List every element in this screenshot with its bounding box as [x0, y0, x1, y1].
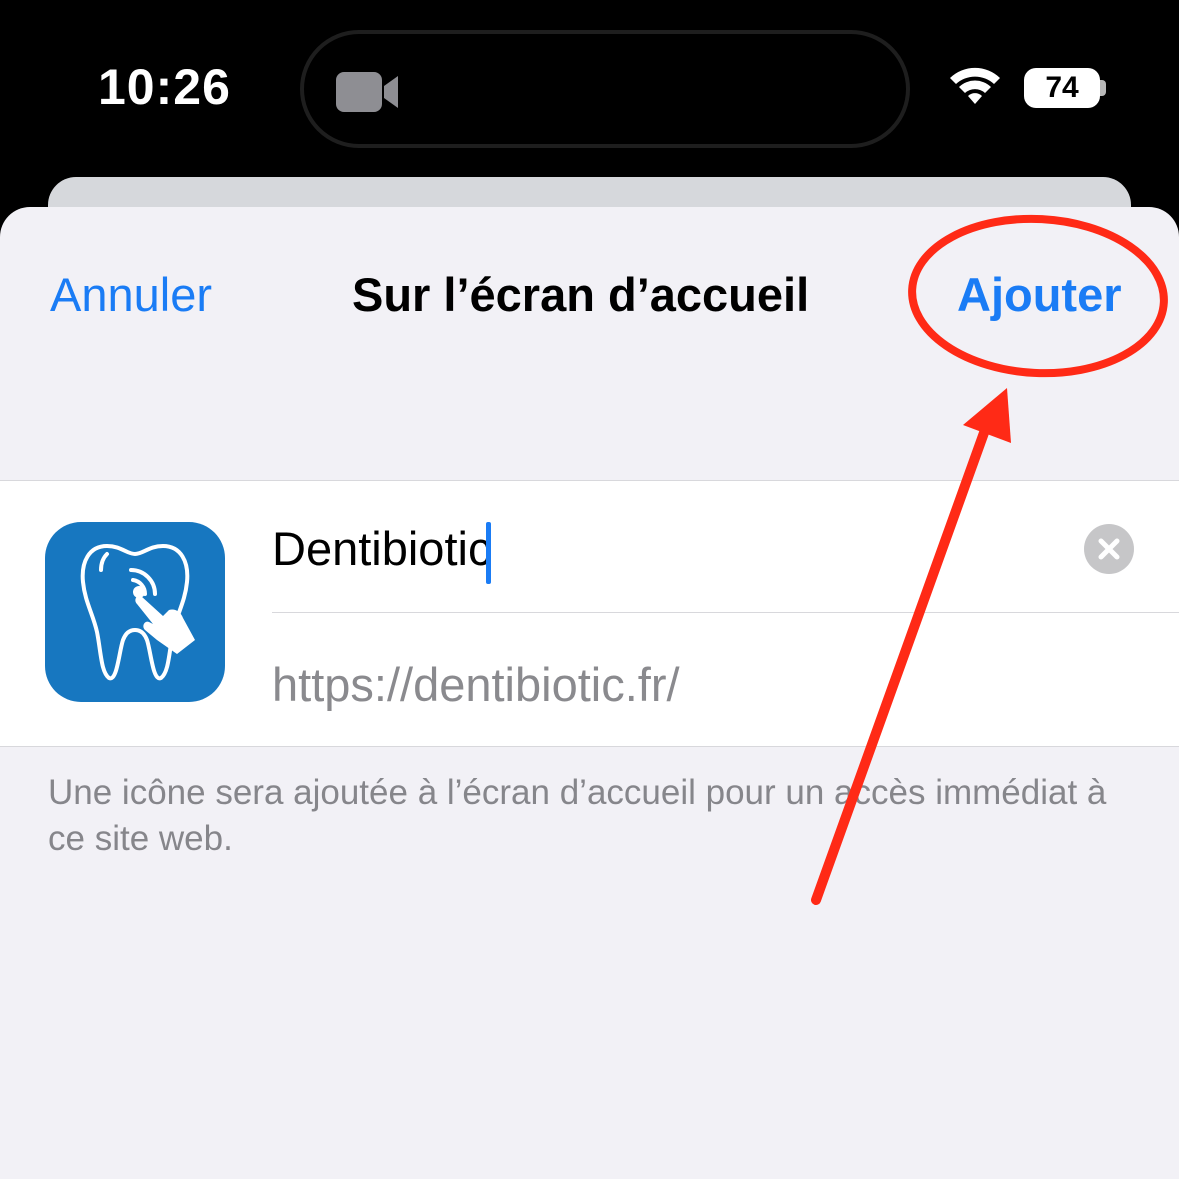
footnote: Une icône sera ajoutée à l’écran d’accue…	[48, 773, 1107, 858]
battery-tip	[1100, 80, 1106, 96]
text-cursor	[486, 521, 492, 584]
cancel-button[interactable]: Annuler	[50, 267, 212, 322]
tooth-touch-app-icon	[45, 522, 225, 702]
status-time: 10:26	[98, 59, 231, 115]
screen: 10:26 74 Annuler Sur l’écran d’accueil A…	[0, 0, 1179, 1179]
facetime-camera-icon	[336, 72, 398, 112]
name-input-value: Dentibiotic	[272, 522, 492, 575]
tooth-icon	[80, 543, 195, 681]
name-input[interactable]: Dentibiotic	[272, 519, 492, 584]
clear-button[interactable]	[1084, 524, 1134, 574]
status-bar: 10:26 74	[0, 0, 1179, 175]
dynamic-island	[300, 30, 910, 148]
sheet-title: Sur l’écran d’accueil	[352, 268, 810, 321]
sheet-nav-bar: Annuler Sur l’écran d’accueil Ajouter	[0, 207, 1179, 377]
add-to-home-sheet: Annuler Sur l’écran d’accueil Ajouter De…	[0, 207, 1179, 1179]
battery-icon: 74	[1024, 68, 1100, 108]
clear-x-icon	[1098, 538, 1120, 560]
form-panel: Dentibiotic https://dentibiotic.fr/	[0, 480, 1179, 747]
wifi-icon	[950, 67, 1000, 104]
url-text: https://dentibiotic.fr/	[272, 658, 680, 711]
field-divider	[272, 612, 1179, 613]
add-button[interactable]: Ajouter	[957, 267, 1122, 322]
